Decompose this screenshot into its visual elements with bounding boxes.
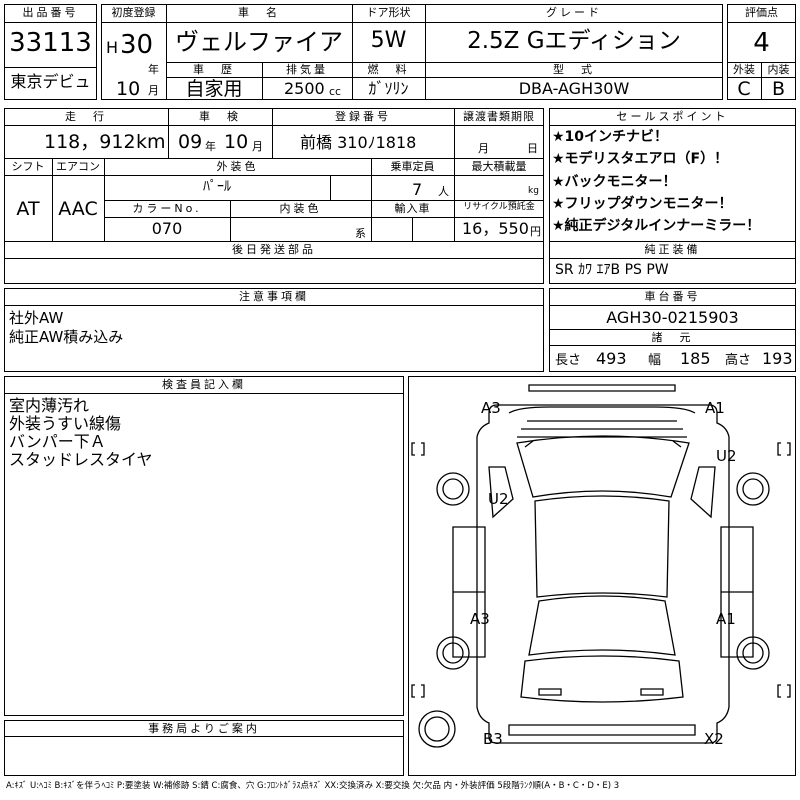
length-label: 長さ (555, 353, 582, 368)
door: 5W (370, 28, 407, 53)
inspector-line: スタッドレスタイヤ (9, 450, 153, 469)
score: 4 (753, 28, 770, 58)
inspection-label: 車 検 (199, 110, 241, 123)
note-line: 社外AW (9, 309, 64, 327)
load-unit: kg (528, 186, 539, 196)
car-diagram (408, 376, 796, 776)
first-reg-label: 初度登録 (111, 6, 156, 19)
sales-point-item: ★10インチナビ！ (552, 129, 669, 145)
transfer-day: 日 (527, 142, 538, 155)
width-label: 幅 (648, 353, 662, 368)
import-label: 輸入車 (394, 202, 431, 215)
ac: AAC (58, 198, 98, 220)
inspector-label: 検査員記入欄 (162, 378, 246, 391)
dims-label: 諸 元 (651, 331, 694, 344)
lot-number: 33113 (9, 28, 92, 58)
sales-point-item: ★モデリスタエアロ（F）！ (552, 151, 729, 167)
legend: A:ｷｽﾞ U:ﾍｺﾐ B:ｷｽﾞを伴うﾍｺﾐ P:要塗装 W:補修跡 S:錆 … (6, 781, 620, 791)
model: DBA-AGH30W (518, 79, 630, 98)
width: 185 (680, 349, 711, 368)
mileage-label: 走 行 (65, 110, 107, 123)
sales-points-label: セールスポイント (616, 110, 729, 123)
height-label: 高さ (725, 353, 752, 368)
mark-u2-left: U2 (488, 490, 509, 508)
inspection-month: 10 (224, 131, 249, 153)
ac-label: エアコン (56, 160, 100, 173)
mark-b3: B3 (483, 730, 503, 748)
notes-label: 注意事項欄 (239, 290, 309, 303)
mark-a3-front: A3 (481, 399, 501, 417)
displacement: 2500 (284, 79, 325, 98)
grade: 2.5Z Gエディション (467, 28, 681, 54)
month-unit: 月 (148, 84, 159, 97)
capacity-unit: 人 (438, 185, 449, 198)
int-color-unit: 系 (355, 227, 366, 240)
capacity: 7 (412, 180, 423, 199)
cc-unit: cc (329, 85, 342, 98)
height: 193 (762, 349, 793, 368)
ext-color-label: 外装色 (216, 160, 259, 173)
lot-no-label: 出品番号 (22, 6, 79, 19)
exterior-label: 外装 (733, 63, 755, 76)
shift-label: シフト (11, 160, 45, 173)
capacity-label: 乗車定員 (390, 160, 435, 173)
inspector-line: バンパー下Ａ (9, 432, 106, 451)
mileage: 118，912 (44, 131, 136, 153)
tokyo-debut: 東京デビュ (10, 72, 91, 91)
note-line: 純正AW積み込み (9, 328, 124, 346)
inspector-line: 室内薄汚れ (9, 396, 90, 415)
interior-label: 内装 (767, 63, 790, 76)
mark-x2: X2 (704, 730, 724, 748)
month: 10 (116, 78, 141, 100)
mark-a3-rear: A3 (470, 610, 490, 628)
inspection-month-unit: 月 (252, 140, 263, 153)
sales-point-item: ★純正デジタルインナーミラー！ (552, 218, 761, 234)
inspection-year-unit: 年 (205, 140, 216, 153)
mileage-unit: km (136, 131, 166, 153)
transfer-label: 譲渡書類期限 (463, 110, 535, 123)
equipment: SR ｶﾜ ｴｱB PS PW (555, 262, 669, 278)
chassis-number: AGH30-0215903 (606, 308, 739, 327)
reg-no-label: 登録番号 (335, 110, 391, 123)
recycle: 16，550 (462, 219, 529, 238)
reg-no: 前橋 310ﾉ1818 (300, 133, 417, 152)
history: 自家用 (185, 78, 243, 100)
interior-score: B (771, 78, 786, 100)
color-no-label: カラーNo. (132, 202, 202, 215)
score-label: 評価点 (745, 6, 778, 19)
mark-a1-front: A1 (705, 399, 725, 417)
sales-point-item: ★フリップダウンモニター！ (552, 196, 733, 212)
car-name: ヴェルファイア (175, 28, 343, 56)
history-label: 車 歴 (193, 63, 235, 76)
later-parts-label: 後日発送部品 (232, 243, 316, 256)
transfer-month: 月 (478, 142, 489, 155)
displacement-label: 排気量 (286, 63, 328, 76)
equipment-label: 純正装備 (644, 243, 701, 256)
inspection-year: 09 (178, 131, 203, 153)
era: H (106, 38, 119, 57)
recycle-unit: 円 (530, 225, 541, 238)
shift: AT (16, 198, 40, 220)
exterior-score: C (737, 78, 751, 100)
load-label: 最大積載量 (471, 160, 527, 173)
grade-label: グレード (546, 6, 602, 19)
recycle-label: リサイクル預託金 (463, 202, 535, 212)
int-color-label: 内装色 (279, 202, 322, 215)
mark-u2-right: U2 (716, 447, 737, 465)
model-label: 型 式 (553, 63, 595, 76)
ext-color: ﾊﾟｰﾙ (203, 179, 231, 195)
sales-point-item: ★バックモニター！ (552, 174, 677, 190)
year-unit: 年 (148, 63, 159, 76)
color-no: 070 (151, 219, 183, 238)
length: 493 (596, 349, 627, 368)
year: 30 (120, 30, 154, 60)
fuel-label: 燃 料 (367, 63, 410, 76)
mark-a1-rear: A1 (716, 610, 736, 628)
inspector-line: 外装うすい線傷 (9, 414, 122, 433)
office-label: 事務局よりご案内 (148, 722, 260, 735)
chassis-label: 車台番号 (644, 290, 701, 303)
car-name-label: 車 名 (238, 6, 280, 19)
fuel: ｶﾞｿﾘﾝ (368, 79, 409, 98)
door-label: ドア形状 (366, 6, 411, 19)
